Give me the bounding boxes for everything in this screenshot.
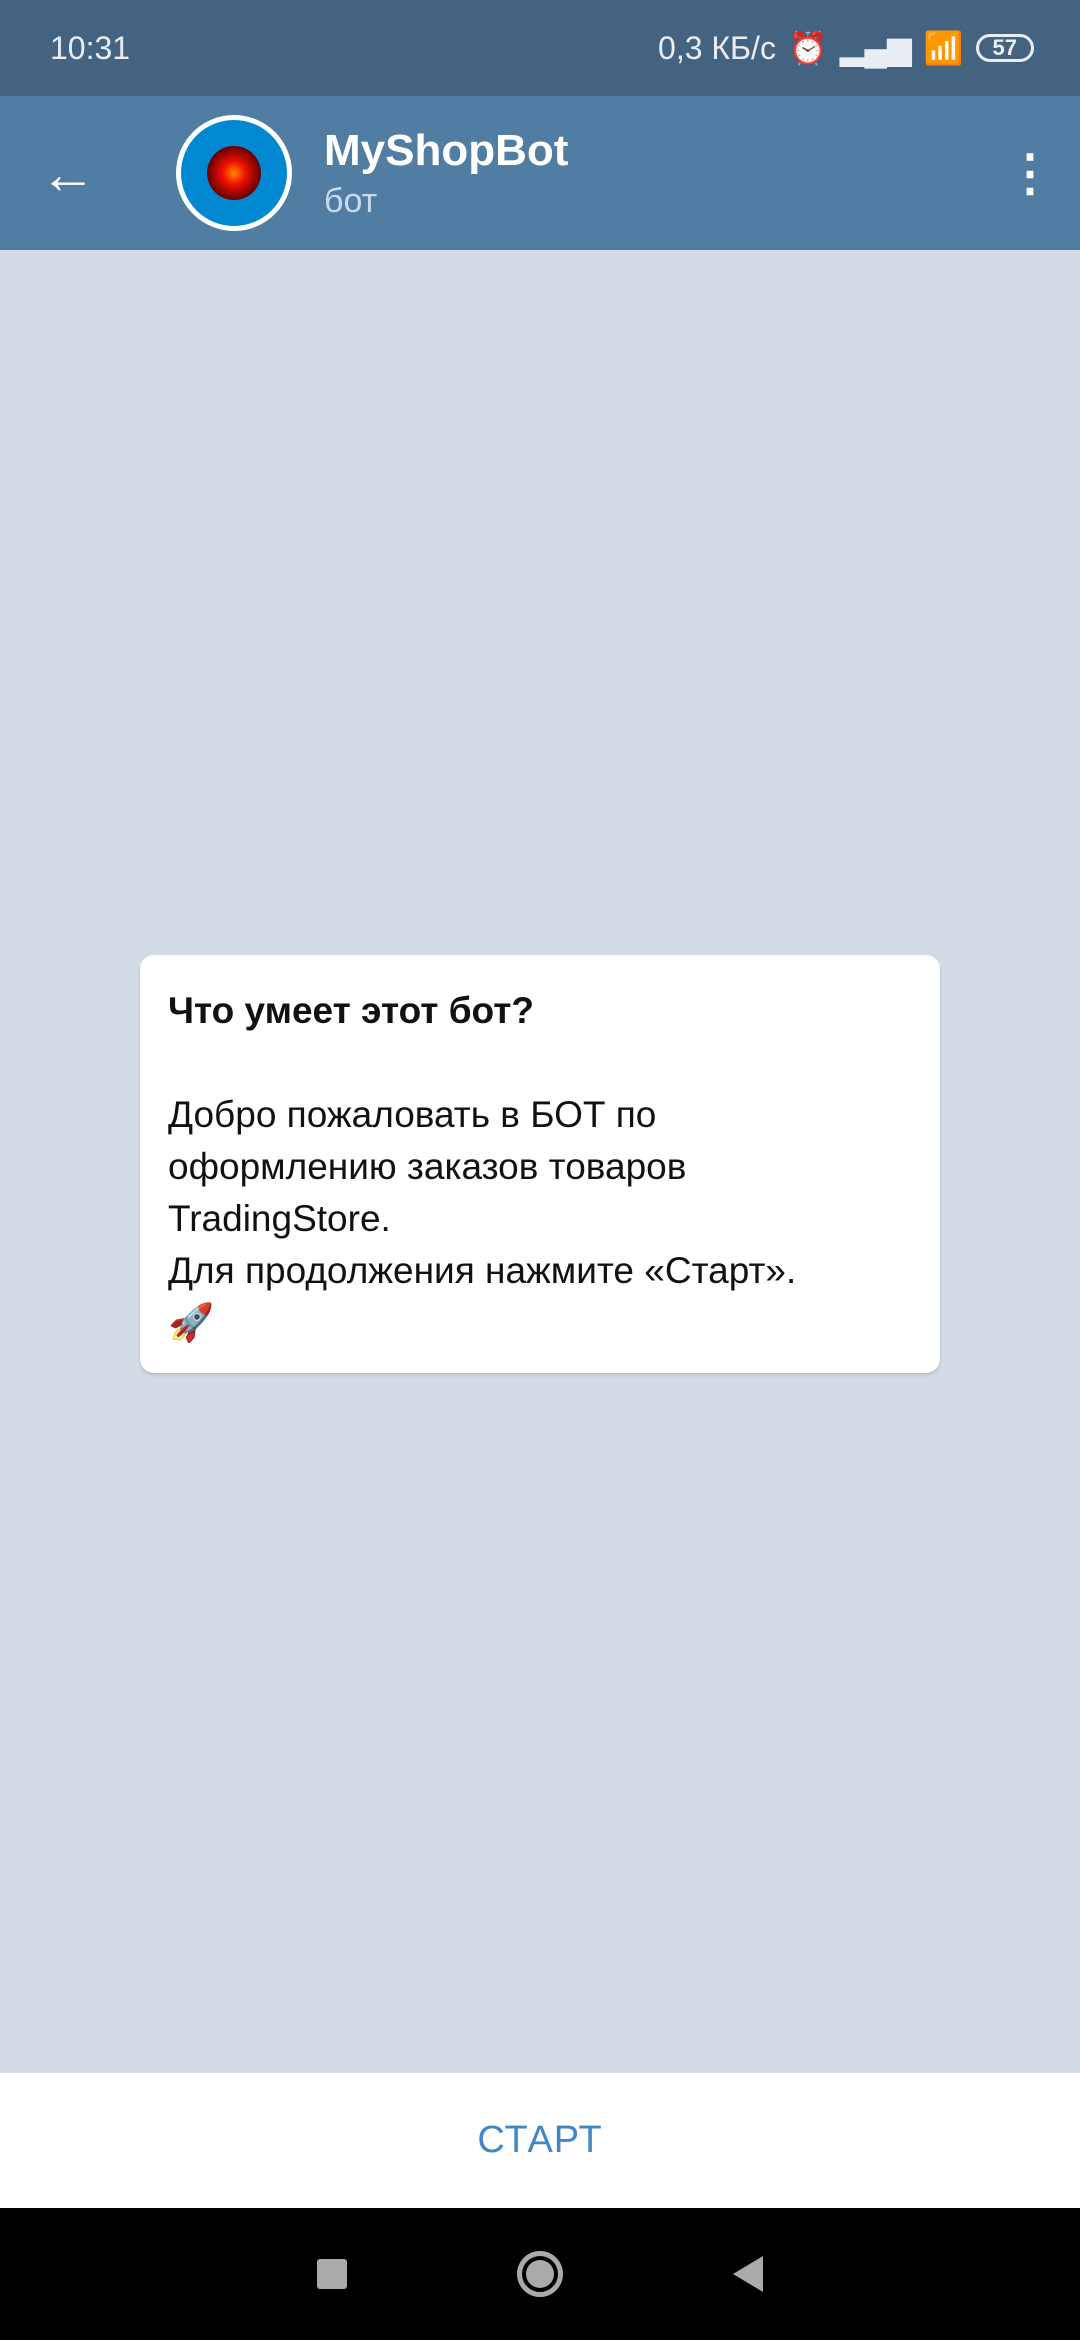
alarm-icon: ⏰ [787, 30, 828, 66]
start-button[interactable]: СТАРТ [477, 2119, 602, 2162]
chat-subtitle: бот [324, 181, 378, 220]
app-bar: ← MyShopBot бот ⋮ [0, 96, 1080, 250]
more-vert-icon[interactable]: ⋮ [1000, 144, 1060, 202]
avatar[interactable] [176, 115, 292, 231]
bot-info-card: Что умеет этот бот? Добро пожаловать в Б… [140, 955, 940, 1373]
card-line: Добро пожаловать в БОТ по [168, 1094, 657, 1135]
chat-title: MyShopBot [324, 125, 569, 175]
bot-eye-icon [207, 146, 261, 200]
rocket-emoji: 🚀 [168, 1302, 215, 1343]
start-bar: СТАРТ [0, 2072, 1080, 2208]
card-line: TradingStore. [168, 1198, 391, 1239]
card-line: оформлению заказов товаров [168, 1146, 687, 1187]
recents-icon[interactable] [317, 2259, 347, 2289]
status-bar: 10:31 0,3 КБ/с ⏰ ▂▄▆ 📶 57 [0, 0, 1080, 96]
chat-area: Что умеет этот бот? Добро пожаловать в Б… [0, 250, 1080, 2072]
signal-icon: ▂▄▆ [839, 30, 912, 66]
clock: 10:31 [50, 29, 131, 66]
back-nav-icon[interactable] [733, 2256, 763, 2292]
system-nav-bar [0, 2208, 1080, 2340]
battery-icon: 57 [975, 34, 1034, 62]
card-line: Для продолжения нажмите «Старт». [168, 1250, 797, 1291]
home-icon[interactable] [517, 2251, 563, 2297]
chat-title-block[interactable]: MyShopBot бот [324, 126, 1000, 221]
net-speed: 0,3 КБ/с [658, 29, 776, 66]
card-title: Что умеет этот бот? [168, 990, 534, 1031]
back-arrow-icon[interactable]: ← [40, 141, 120, 206]
wifi-icon: 📶 [923, 30, 964, 66]
